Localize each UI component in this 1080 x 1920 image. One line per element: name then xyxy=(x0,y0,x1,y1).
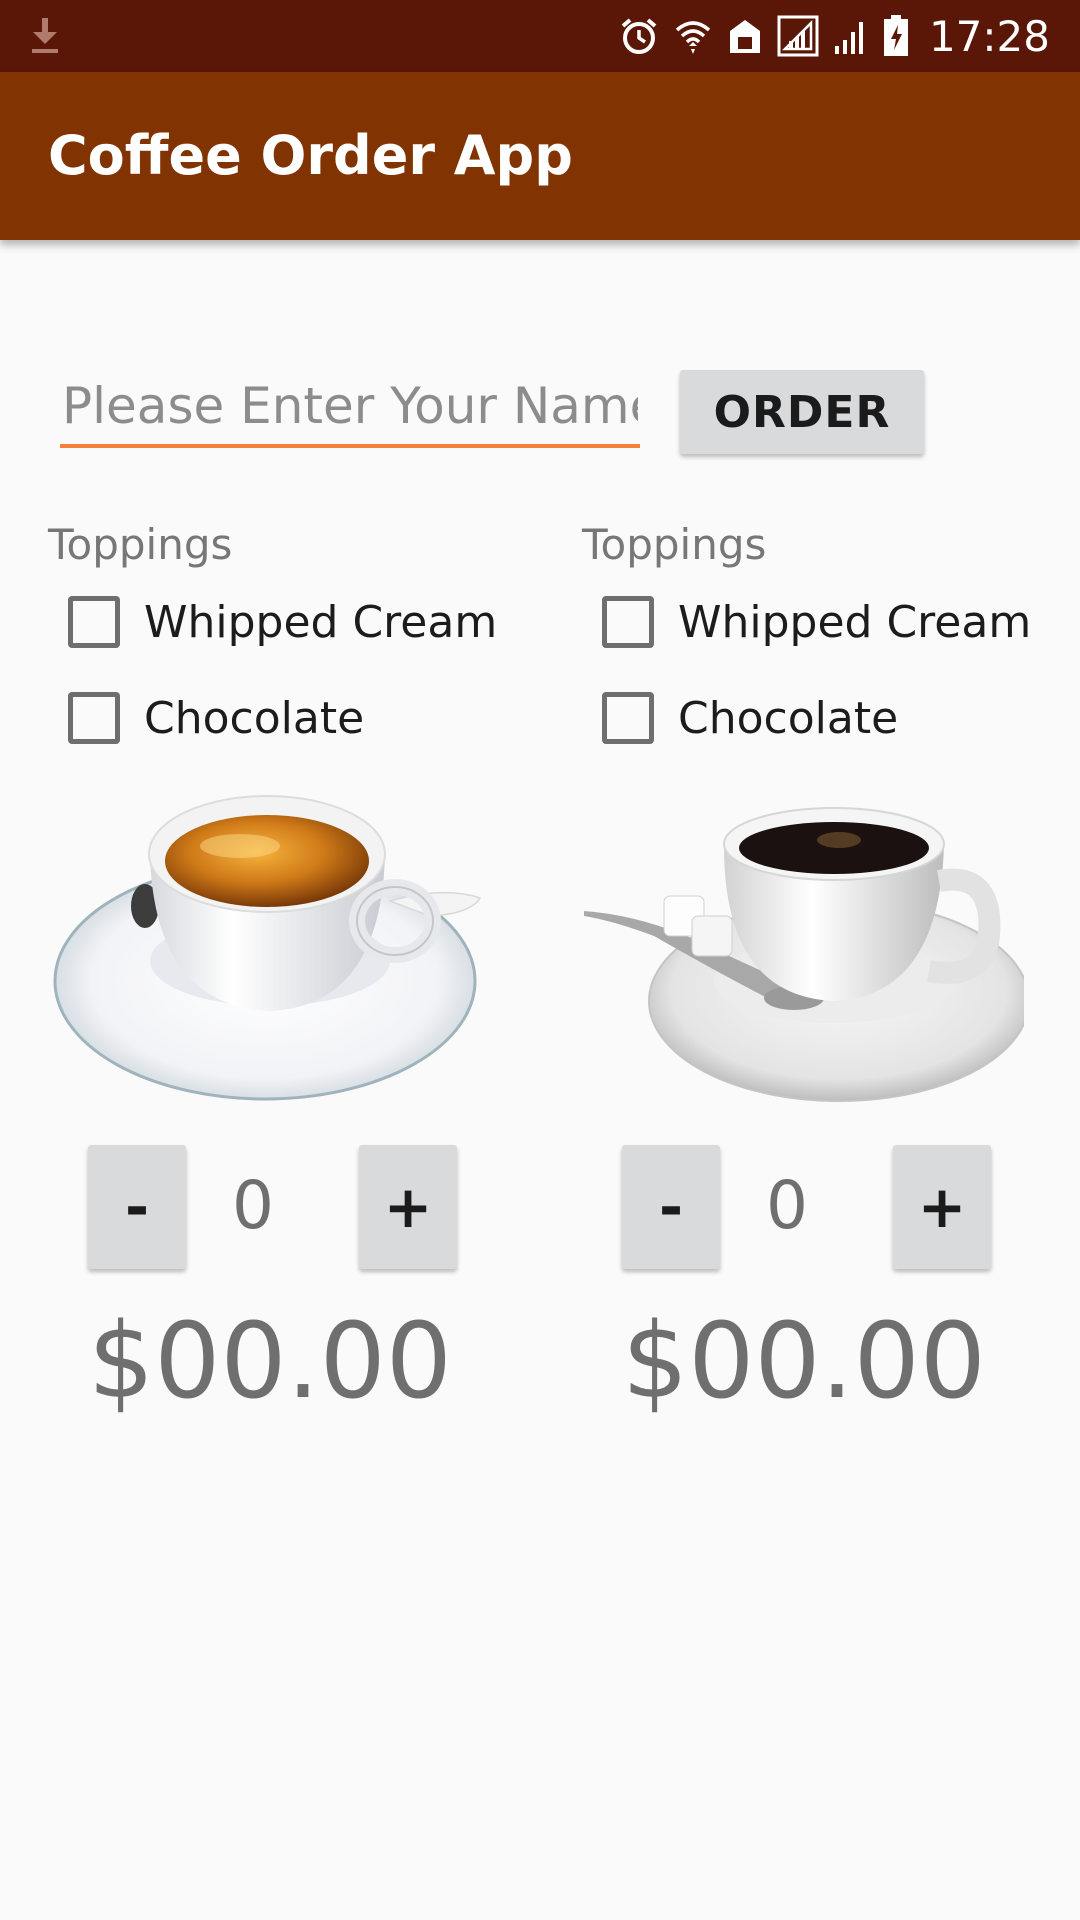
whipped-cream-option[interactable]: Whipped Cream xyxy=(68,592,497,652)
whipped-cream-option[interactable]: Whipped Cream xyxy=(602,592,1031,652)
espresso-cup-image xyxy=(53,795,482,1101)
quantity-stepper: - 0 + xyxy=(88,1145,458,1270)
chocolate-label[interactable]: Chocolate xyxy=(678,693,898,744)
download-icon xyxy=(32,18,58,53)
signal-icon xyxy=(834,22,863,54)
chocolate-option[interactable]: Chocolate xyxy=(602,688,898,748)
whipped-cream-checkbox[interactable] xyxy=(68,596,120,648)
price-label: $00.00 xyxy=(622,1300,986,1422)
chocolate-label[interactable]: Chocolate xyxy=(144,693,364,744)
name-field[interactable] xyxy=(60,368,640,448)
app-title: Coffee Order App xyxy=(48,124,573,187)
chocolate-checkbox[interactable] xyxy=(602,692,654,744)
app-bar: Coffee Order App xyxy=(0,72,1080,240)
battery-charging-icon xyxy=(883,15,908,56)
alarm-icon xyxy=(621,18,657,54)
order-button[interactable]: ORDER xyxy=(680,370,924,454)
whipped-cream-checkbox[interactable] xyxy=(602,596,654,648)
status-bar: 17:28 xyxy=(0,0,1080,72)
quantity-value: 0 xyxy=(766,1167,808,1244)
price-label: $00.00 xyxy=(88,1300,452,1422)
toppings-label: Toppings xyxy=(48,520,233,569)
increment-button[interactable]: + xyxy=(893,1145,991,1269)
coffee-column-left: Toppings Whipped Cream Chocolate - 0 + $… xyxy=(0,500,520,1460)
toppings-label: Toppings xyxy=(582,520,767,569)
quantity-value: 0 xyxy=(232,1167,274,1244)
quantity-stepper: - 0 + xyxy=(622,1145,992,1270)
status-time: 17:28 xyxy=(928,11,1050,61)
whipped-cream-label[interactable]: Whipped Cream xyxy=(144,597,497,648)
decrement-button[interactable]: - xyxy=(88,1145,186,1269)
decrement-button[interactable]: - xyxy=(622,1145,720,1269)
home-icon xyxy=(729,20,760,53)
black-coffee-cup-image xyxy=(584,807,1024,1102)
status-icons: 17:28 xyxy=(619,0,1050,72)
signal-icon xyxy=(777,15,819,57)
chocolate-option[interactable]: Chocolate xyxy=(68,688,364,748)
name-input[interactable] xyxy=(60,368,640,444)
wifi-icon xyxy=(675,21,711,54)
chocolate-checkbox[interactable] xyxy=(68,692,120,744)
whipped-cream-label[interactable]: Whipped Cream xyxy=(678,597,1031,648)
coffee-column-right: Toppings Whipped Cream Chocolate - 0 + $… xyxy=(534,500,1054,1460)
increment-button[interactable]: + xyxy=(359,1145,457,1269)
